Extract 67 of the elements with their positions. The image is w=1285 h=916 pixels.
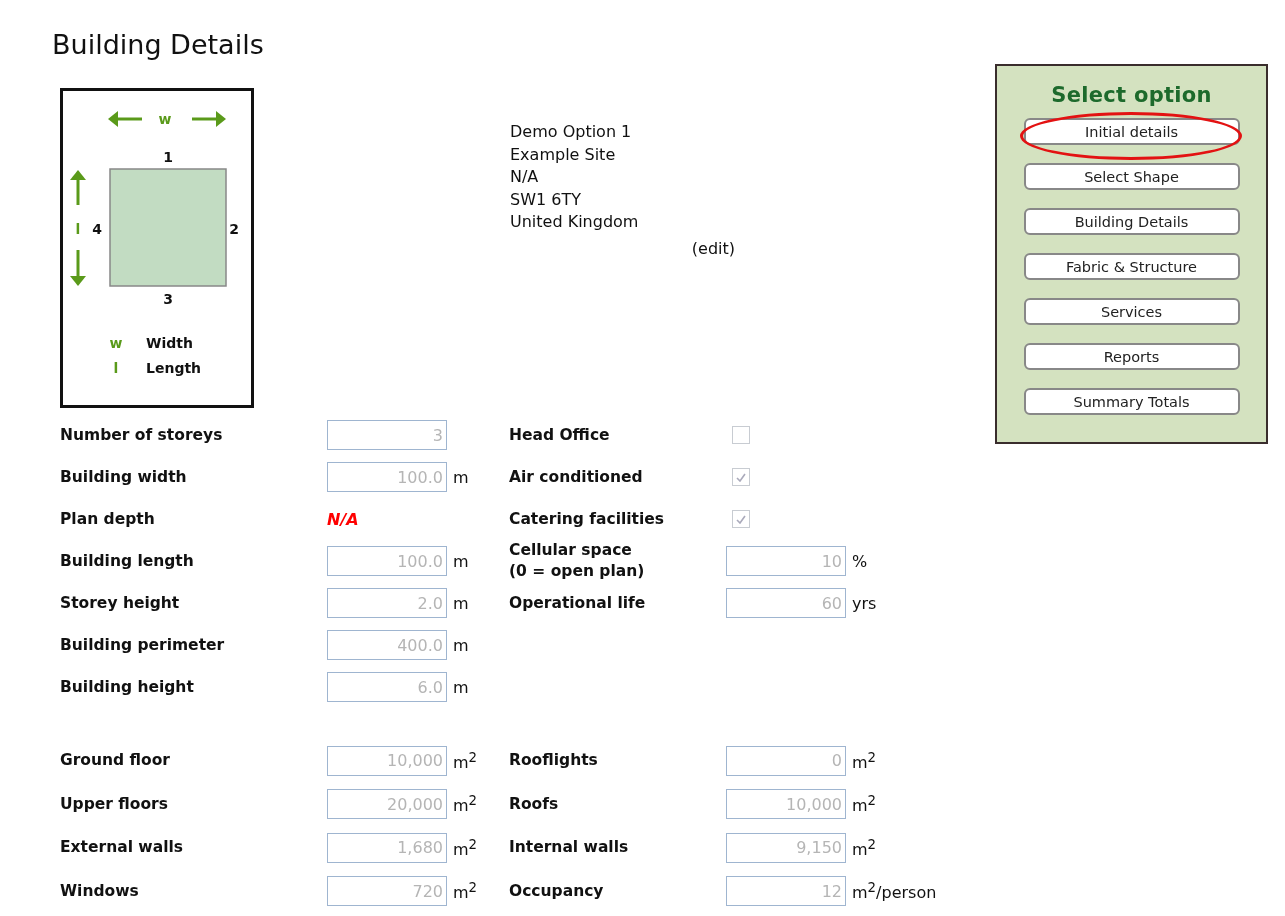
- arrow-icon: [108, 111, 142, 127]
- field-label: Storey height: [60, 592, 180, 614]
- field-label: Building perimeter: [60, 634, 225, 656]
- unit-label: m$^{2}$: [453, 880, 478, 903]
- address-line: Example Site: [510, 143, 616, 166]
- legend-symbol: l: [113, 360, 119, 376]
- field-label: Building length: [60, 550, 194, 572]
- unit-label: m: [453, 593, 469, 613]
- unit-label: m$^{2}$: [852, 793, 877, 816]
- field-label: Air conditioned: [509, 466, 643, 488]
- arrow-icon: [192, 111, 226, 127]
- unit-label: m: [453, 467, 469, 487]
- field-label: External walls: [60, 837, 183, 859]
- option-button[interactable]: Fabric & Structure: [1023, 253, 1240, 280]
- unit-label: m$^{2}$: [852, 749, 877, 772]
- legend-label: Width: [146, 335, 193, 351]
- unit-label: m$^{2}$: [852, 836, 877, 859]
- panel-title: Select option: [1051, 83, 1212, 107]
- field-label: Windows: [60, 880, 139, 902]
- unit-label: %: [852, 551, 868, 571]
- field-label: Head Office: [509, 424, 610, 446]
- option-button[interactable]: Initial details: [1023, 118, 1240, 145]
- field-label: Building width: [60, 466, 187, 488]
- unit-label: m$^{2}$: [453, 836, 478, 859]
- field-label: Number of storeys: [60, 424, 223, 446]
- field-label: Occupancy: [509, 880, 604, 902]
- edit-link[interactable]: (edit): [691, 238, 735, 258]
- arrow-icon: [70, 250, 86, 286]
- address-line: N/A: [510, 166, 539, 188]
- side-number: 1: [163, 149, 173, 165]
- unit-label: m: [453, 551, 469, 571]
- address-line: Demo Option 1: [510, 121, 632, 143]
- option-button[interactable]: Summary Totals: [1023, 388, 1240, 415]
- unit-label: m: [453, 635, 469, 655]
- field-label: Catering facilities: [509, 508, 665, 530]
- legend-label: Length: [146, 360, 202, 376]
- option-button[interactable]: Building Details: [1023, 208, 1240, 235]
- side-number: 3: [163, 291, 173, 307]
- width-symbol: w: [158, 111, 172, 127]
- field-label: Ground floor: [60, 750, 170, 772]
- field-label: Plan depth: [60, 508, 155, 530]
- option-button[interactable]: Services: [1023, 298, 1240, 325]
- field-label: Building height: [60, 676, 194, 698]
- arrow-icon: [70, 170, 86, 205]
- option-button[interactable]: Reports: [1023, 343, 1240, 370]
- status-text: N/A: [327, 509, 359, 529]
- unit-label: yrs: [852, 593, 877, 613]
- checkmark-icon: [736, 472, 746, 482]
- length-symbol: l: [75, 221, 81, 237]
- field-label: Operational life: [509, 592, 646, 614]
- field-label: Upper floors: [60, 793, 168, 815]
- unit-label: m$^{2}$/person: [852, 880, 937, 903]
- unit-label: m$^{2}$: [453, 793, 478, 816]
- address-line: SW1 6TY: [510, 188, 581, 211]
- page-title: Building Details: [52, 28, 264, 62]
- address-line: United Kingdom: [510, 211, 639, 233]
- side-number: 4: [92, 221, 102, 237]
- field-label: Internal walls: [509, 837, 629, 859]
- legend-symbol: w: [109, 335, 123, 351]
- checkmark-icon: [736, 514, 746, 524]
- option-button[interactable]: Select Shape: [1023, 163, 1240, 190]
- side-number: 2: [229, 221, 239, 237]
- field-label: Cellular space (0 = open plan): [509, 540, 645, 582]
- unit-label: m$^{2}$: [453, 749, 478, 772]
- field-label: Rooflights: [509, 750, 598, 772]
- field-label: Roofs: [509, 793, 559, 815]
- unit-label: m: [453, 677, 469, 697]
